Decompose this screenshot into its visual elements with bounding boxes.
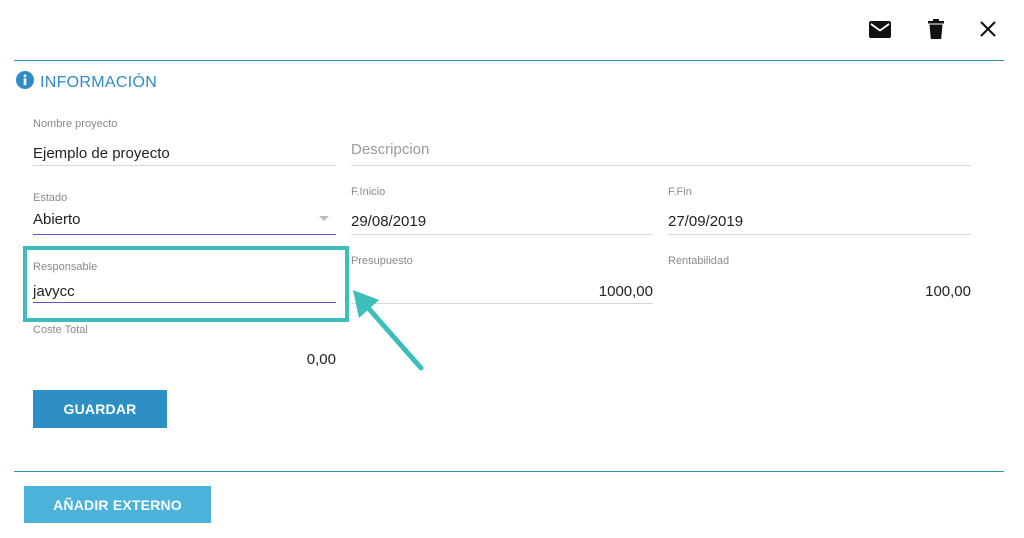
descripcion-input[interactable]: Descripcion: [351, 141, 429, 158]
coste-total-label: Coste Total: [33, 324, 88, 336]
guardar-button[interactable]: GUARDAR: [33, 390, 167, 428]
responsable-underline: [33, 302, 336, 303]
info-icon: [16, 71, 34, 89]
nombre-proyecto-label: Nombre proyecto: [33, 118, 118, 130]
estado-label: Estado: [33, 192, 68, 204]
annotation-arrow: [353, 290, 424, 371]
top-divider: [14, 60, 1004, 61]
rentabilidad-label: Rentabilidad: [668, 255, 730, 267]
estado-select[interactable]: Abierto: [33, 211, 81, 228]
responsable-label: Responsable: [33, 261, 98, 273]
nombre-proyecto-input[interactable]: Ejemplo de proyecto: [33, 145, 170, 162]
delete-button[interactable]: [921, 14, 951, 44]
bottom-divider: [14, 471, 1004, 472]
presupuesto-label: Presupuesto: [351, 255, 413, 267]
f-inicio-label: F.Inicio: [351, 186, 386, 198]
close-icon: [980, 21, 996, 37]
f-fin-input[interactable]: 27/09/2019: [668, 213, 743, 230]
email-button[interactable]: [865, 14, 895, 44]
responsable-input[interactable]: javycc: [33, 283, 75, 300]
f-inicio-input[interactable]: 29/08/2019: [351, 213, 426, 230]
f-inicio-underline: [351, 234, 653, 235]
nombre-proyecto-underline: [33, 165, 336, 166]
trash-icon: [928, 19, 944, 39]
rentabilidad-value: 100,00: [925, 283, 971, 300]
coste-total-value: 0,00: [306, 351, 336, 368]
anadir-externo-button[interactable]: AÑADIR EXTERNO: [24, 486, 211, 523]
f-fin-label: F.Fin: [668, 186, 692, 198]
estado-underline: [33, 234, 336, 235]
descripcion-underline: [351, 165, 971, 166]
close-button[interactable]: [973, 14, 1003, 44]
chevron-down-icon[interactable]: [319, 216, 329, 221]
f-fin-underline: [668, 234, 971, 235]
email-icon: [869, 20, 891, 38]
section-title: INFORMACIÓN: [40, 74, 158, 91]
